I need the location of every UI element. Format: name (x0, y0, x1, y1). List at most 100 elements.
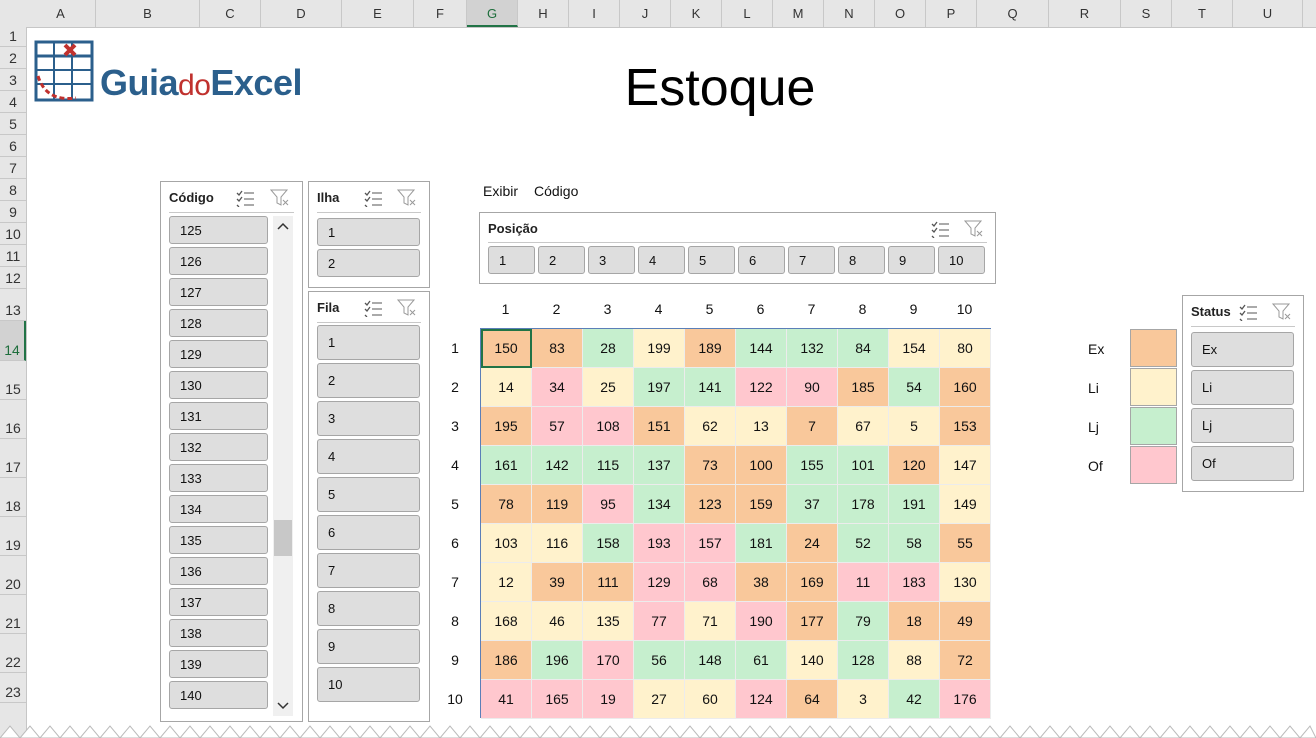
slicer-codigo-item-127[interactable]: 127 (169, 278, 268, 306)
grid-cell[interactable]: 181 (736, 524, 787, 563)
grid-cell[interactable]: 62 (685, 407, 736, 446)
row-header-16[interactable]: 16 (0, 400, 26, 439)
column-header-s[interactable]: S (1121, 0, 1172, 27)
slicer-codigo-item-125[interactable]: 125 (169, 216, 268, 244)
column-header-t[interactable]: T (1172, 0, 1233, 27)
grid-cell[interactable]: 196 (532, 641, 583, 680)
slicer-fila-item-8[interactable]: 8 (317, 591, 420, 626)
slicer-fila-item-5[interactable]: 5 (317, 477, 420, 512)
row-header-22[interactable]: 22 (0, 634, 26, 673)
grid-cell[interactable]: 67 (838, 407, 889, 446)
grid-cell[interactable]: 103 (481, 524, 532, 563)
column-header-f[interactable]: F (414, 0, 467, 27)
grid-cell[interactable]: 161 (481, 446, 532, 485)
grid-cell[interactable]: 54 (889, 368, 940, 407)
slicer-ilha-item-1[interactable]: 1 (317, 218, 420, 246)
grid-cell[interactable]: 11 (838, 563, 889, 602)
slicer-codigo-item-139[interactable]: 139 (169, 650, 268, 678)
grid-cell[interactable]: 68 (685, 563, 736, 602)
slicer-fila-item-10[interactable]: 10 (317, 667, 420, 702)
grid-cell[interactable]: 28 (583, 329, 634, 368)
grid-cell[interactable]: 153 (940, 407, 991, 446)
grid-cell[interactable]: 24 (787, 524, 838, 563)
grid-cell[interactable]: 46 (532, 602, 583, 641)
column-header-k[interactable]: K (671, 0, 722, 27)
slicer-posicao-item-2[interactable]: 2 (538, 246, 585, 274)
grid-cell[interactable]: 170 (583, 641, 634, 680)
column-header-l[interactable]: L (722, 0, 773, 27)
grid-cell[interactable]: 186 (481, 641, 532, 680)
grid-cell[interactable]: 42 (889, 680, 940, 719)
grid-cell[interactable]: 147 (940, 446, 991, 485)
grid-cell[interactable]: 61 (736, 641, 787, 680)
grid-cell[interactable]: 56 (634, 641, 685, 680)
grid-cell[interactable]: 77 (634, 602, 685, 641)
grid-cell[interactable]: 38 (736, 563, 787, 602)
multi-select-icon[interactable] (363, 299, 383, 317)
grid-cell[interactable]: 122 (736, 368, 787, 407)
grid-cell[interactable]: 84 (838, 329, 889, 368)
clear-filter-icon[interactable] (397, 299, 417, 317)
slicer-status-item-li[interactable]: Li (1191, 370, 1294, 405)
slicer-fila-item-3[interactable]: 3 (317, 401, 420, 436)
grid-cell[interactable]: 178 (838, 485, 889, 524)
grid-cell[interactable]: 141 (685, 368, 736, 407)
grid-cell[interactable]: 37 (787, 485, 838, 524)
grid-cell[interactable]: 149 (940, 485, 991, 524)
grid-cell[interactable]: 176 (940, 680, 991, 719)
slicer-codigo-item-131[interactable]: 131 (169, 402, 268, 430)
grid-cell[interactable]: 52 (838, 524, 889, 563)
grid-cell[interactable]: 49 (940, 602, 991, 641)
grid-cell[interactable]: 132 (787, 329, 838, 368)
slicer-ilha-item-2[interactable]: 2 (317, 249, 420, 277)
grid-cell[interactable]: 108 (583, 407, 634, 446)
grid-cell[interactable]: 13 (736, 407, 787, 446)
slicer-posicao-item-6[interactable]: 6 (738, 246, 785, 274)
row-header-3[interactable]: 3 (0, 69, 26, 91)
column-header-n[interactable]: N (824, 0, 875, 27)
grid-cell[interactable]: 7 (787, 407, 838, 446)
grid-cell[interactable]: 137 (634, 446, 685, 485)
grid-cell[interactable]: 83 (532, 329, 583, 368)
grid-cell[interactable]: 78 (481, 485, 532, 524)
grid-cell[interactable]: 140 (787, 641, 838, 680)
grid-cell[interactable]: 129 (634, 563, 685, 602)
row-header-2[interactable]: 2 (0, 47, 26, 69)
grid-cell[interactable]: 100 (736, 446, 787, 485)
row-header-5[interactable]: 5 (0, 113, 26, 135)
slicer-posicao-item-1[interactable]: 1 (488, 246, 535, 274)
grid-cell[interactable]: 124 (736, 680, 787, 719)
grid-cell[interactable]: 80 (940, 329, 991, 368)
slicer-posicao-item-9[interactable]: 9 (888, 246, 935, 274)
row-header-21[interactable]: 21 (0, 595, 26, 634)
grid-cell[interactable]: 101 (838, 446, 889, 485)
column-header-m[interactable]: M (773, 0, 824, 27)
grid-cell[interactable]: 111 (583, 563, 634, 602)
grid-cell[interactable]: 130 (940, 563, 991, 602)
grid-cell[interactable]: 90 (787, 368, 838, 407)
grid-cell[interactable]: 72 (940, 641, 991, 680)
slicer-codigo-item-133[interactable]: 133 (169, 464, 268, 492)
grid-cell[interactable]: 128 (838, 641, 889, 680)
grid-cell[interactable]: 79 (838, 602, 889, 641)
column-header-a[interactable]: A (26, 0, 96, 27)
grid-cell[interactable]: 14 (481, 368, 532, 407)
grid-cell[interactable]: 115 (583, 446, 634, 485)
grid-cell[interactable]: 25 (583, 368, 634, 407)
slicer-fila-item-2[interactable]: 2 (317, 363, 420, 398)
row-header-12[interactable]: 12 (0, 267, 26, 289)
row-header-19[interactable]: 19 (0, 517, 26, 556)
row-header-10[interactable]: 10 (0, 223, 26, 245)
grid-cell[interactable]: 123 (685, 485, 736, 524)
grid-cell[interactable]: 193 (634, 524, 685, 563)
grid-cell[interactable]: 12 (481, 563, 532, 602)
row-header-14[interactable]: 14 (0, 321, 26, 361)
grid-cell[interactable]: 71 (685, 602, 736, 641)
grid-cell[interactable]: 159 (736, 485, 787, 524)
grid-cell[interactable]: 64 (787, 680, 838, 719)
grid-cell[interactable]: 120 (889, 446, 940, 485)
slicer-status-item-of[interactable]: Of (1191, 446, 1294, 481)
slicer-posicao-item-5[interactable]: 5 (688, 246, 735, 274)
column-header-b[interactable]: B (96, 0, 200, 27)
grid-cell[interactable]: 195 (481, 407, 532, 446)
